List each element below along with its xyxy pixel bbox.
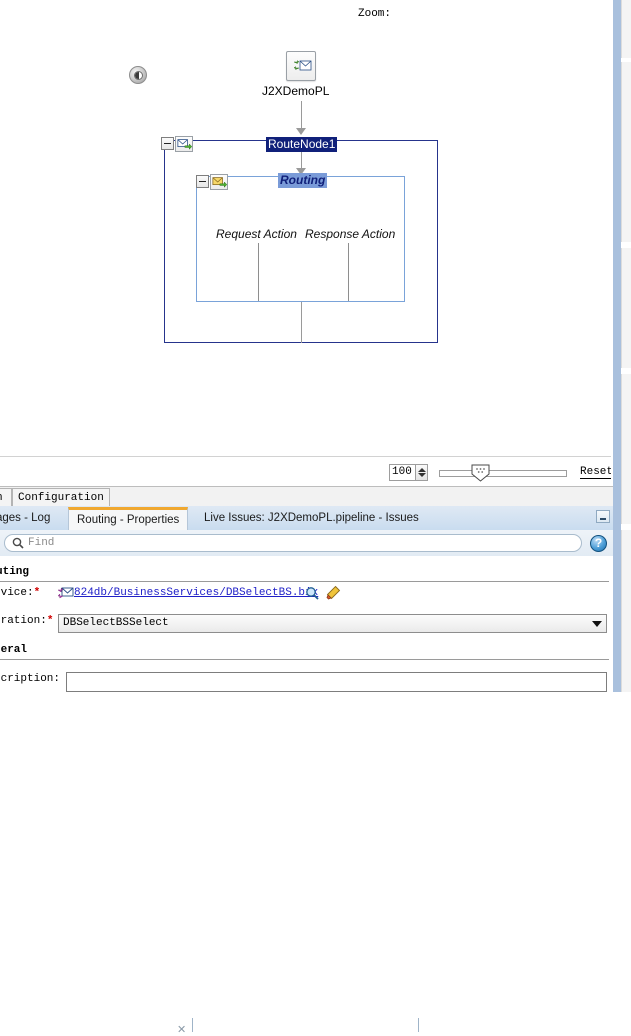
pipeline-canvas[interactable]: J2XDemoPL RouteNode1 Routing Request Act… xyxy=(0,0,611,456)
business-service-icon xyxy=(58,587,74,599)
service-required-marker: * xyxy=(33,587,41,599)
routing-collapse-widget[interactable] xyxy=(196,173,228,190)
search-placeholder: Find xyxy=(28,537,55,549)
service-label-text: rvice: xyxy=(0,587,34,599)
tab-separator-1 xyxy=(192,1018,193,1032)
operation-label: eration:* xyxy=(0,615,53,627)
tab-live-issues[interactable]: Live Issues: J2XDemoPL.pipeline - Issues xyxy=(196,507,427,530)
configuration-tab-strip: n Configuration xyxy=(0,486,613,508)
service-label: rvice:* xyxy=(0,587,40,599)
tab-routing-properties[interactable]: Routing - Properties xyxy=(68,507,189,530)
service-value-link[interactable]: 824db/BusinessServices/DBSelectBS.bix xyxy=(74,587,318,599)
minimize-icon[interactable] xyxy=(596,510,610,523)
eraser-icon[interactable] xyxy=(325,585,341,601)
operation-label-text: eration: xyxy=(0,615,47,627)
gutter-tick-5 xyxy=(621,530,631,692)
tab-separator-2 xyxy=(418,1018,419,1032)
proxy-service-icon[interactable] xyxy=(286,51,316,81)
zoom-reset-button[interactable]: Reset xyxy=(580,466,614,479)
tab-messages-log[interactable]: ages - Log xyxy=(0,507,58,530)
chevron-down-icon[interactable] xyxy=(592,621,602,627)
operation-selected-value: DBSelectBSSelect xyxy=(63,617,169,629)
flow-connector-3 xyxy=(301,302,302,343)
flow-arrow-1 xyxy=(296,128,306,135)
gutter-tick-2 xyxy=(621,62,631,242)
search-input[interactable] xyxy=(4,534,582,552)
section-routing-heading: uting xyxy=(0,566,30,578)
help-icon[interactable]: ? xyxy=(590,535,607,552)
zoom-stepper-up-icon[interactable] xyxy=(418,468,426,472)
tab-close-icon[interactable]: ✕ xyxy=(177,1023,186,1036)
zoom-stepper-down-icon[interactable] xyxy=(418,473,426,477)
minus-icon[interactable] xyxy=(161,137,174,150)
zoom-slider-track[interactable] xyxy=(439,470,567,477)
section-general-heading: neral xyxy=(0,644,28,656)
request-action-label[interactable]: Request Action xyxy=(216,227,297,241)
response-action-label[interactable]: Response Action xyxy=(305,227,395,241)
proxy-service-label: J2XDemoPL xyxy=(262,84,330,98)
gutter-tick-1 xyxy=(621,0,631,58)
right-panel-gutter xyxy=(613,0,621,692)
magnifier-icon[interactable] xyxy=(305,586,319,600)
route-node-title[interactable]: RouteNode1 xyxy=(266,137,338,152)
zoom-label: Zoom: xyxy=(358,8,392,20)
gutter-tick-3 xyxy=(621,248,631,368)
tab-configuration[interactable]: Configuration xyxy=(12,488,110,506)
route-node-icon[interactable] xyxy=(175,135,193,152)
view-tab-bar: ages - Log Routing - Properties ✕ Live I… xyxy=(0,506,613,1036)
gutter-tick-4 xyxy=(621,374,631,524)
request-action-stem xyxy=(258,243,259,301)
operation-required-marker: * xyxy=(46,615,54,627)
routing-action-icon[interactable] xyxy=(210,173,228,190)
collapsed-circle-inner xyxy=(134,71,143,80)
route-node-collapse-widget[interactable] xyxy=(161,135,193,152)
section-routing-rule xyxy=(0,581,609,582)
description-field[interactable] xyxy=(66,672,607,692)
tab-truncated[interactable]: n xyxy=(0,488,12,506)
envelope-arrows-glyph xyxy=(294,60,312,71)
search-icon xyxy=(12,537,24,549)
routing-action-glyph xyxy=(212,176,227,188)
description-label: scription: xyxy=(0,673,61,685)
section-general-rule xyxy=(0,659,609,660)
flow-connector-1 xyxy=(301,101,302,131)
response-action-stem xyxy=(348,243,349,301)
zoom-input[interactable]: 100 xyxy=(389,464,416,481)
zoom-slider-thumb[interactable] xyxy=(471,464,490,482)
collapsed-circle-icon[interactable] xyxy=(129,66,147,84)
minus-icon[interactable] xyxy=(196,175,209,188)
zoom-stepper[interactable] xyxy=(416,464,428,481)
routing-action-title[interactable]: Routing xyxy=(278,173,328,188)
route-node-glyph xyxy=(177,138,192,150)
